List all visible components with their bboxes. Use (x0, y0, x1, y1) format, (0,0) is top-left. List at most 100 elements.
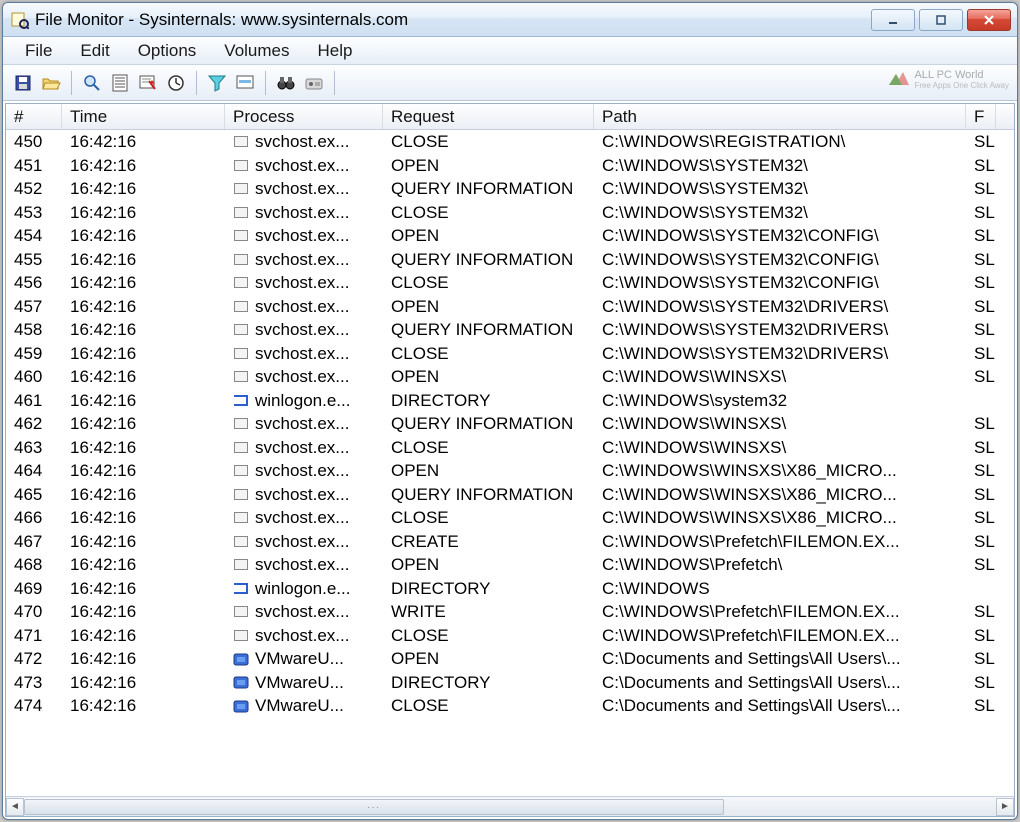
titlebar[interactable]: File Monitor - Sysinternals: www.sysinte… (3, 3, 1017, 37)
cell-result: SL (966, 271, 996, 295)
grid-header[interactable]: # Time Process Request Path F (6, 104, 1014, 130)
cell-path: C:\WINDOWS\SYSTEM32\CONFIG\ (594, 248, 966, 272)
cell-path: C:\WINDOWS\Prefetch\FILEMON.EX... (594, 530, 966, 554)
process-winlogon-icon (233, 392, 249, 408)
table-row[interactable]: 465 16:42:16 svchost.ex... QUERY INFORMA… (6, 483, 1014, 507)
table-row[interactable]: 450 16:42:16 svchost.ex... CLOSE C:\WIND… (6, 130, 1014, 154)
table-row[interactable]: 459 16:42:16 svchost.ex... CLOSE C:\WIND… (6, 342, 1014, 366)
process-generic-icon (233, 345, 249, 361)
table-row[interactable]: 467 16:42:16 svchost.ex... CREATE C:\WIN… (6, 530, 1014, 554)
table-row[interactable]: 466 16:42:16 svchost.ex... CLOSE C:\WIND… (6, 506, 1014, 530)
autoscroll-icon[interactable] (106, 69, 134, 97)
col-result[interactable]: F (966, 104, 996, 129)
process-generic-icon (233, 322, 249, 338)
process-generic-icon (233, 228, 249, 244)
save-icon[interactable] (9, 69, 37, 97)
table-row[interactable]: 470 16:42:16 svchost.ex... WRITE C:\WIND… (6, 600, 1014, 624)
jump-icon[interactable] (300, 69, 328, 97)
cell-time: 16:42:16 (62, 177, 225, 201)
cell-path: C:\WINDOWS\Prefetch\FILEMON.EX... (594, 624, 966, 648)
process-generic-icon (233, 298, 249, 314)
time-icon[interactable] (162, 69, 190, 97)
cell-request: OPEN (383, 553, 594, 577)
table-row[interactable]: 461 16:42:16 winlogon.e... DIRECTORY C:\… (6, 389, 1014, 413)
minimize-button[interactable] (871, 9, 915, 31)
cell-request: DIRECTORY (383, 671, 594, 695)
watermark-sub: Free Apps One Click Away (914, 81, 1009, 90)
scroll-right-icon[interactable]: ► (996, 798, 1014, 816)
menu-options[interactable]: Options (124, 38, 211, 64)
maximize-button[interactable] (919, 9, 963, 31)
cell-path: C:\WINDOWS\SYSTEM32\ (594, 201, 966, 225)
menu-volumes[interactable]: Volumes (210, 38, 303, 64)
cell-time: 16:42:16 (62, 577, 225, 601)
window-controls (871, 9, 1011, 31)
process-vmware-icon (233, 651, 249, 667)
open-icon[interactable] (37, 69, 65, 97)
cell-time: 16:42:16 (62, 412, 225, 436)
table-row[interactable]: 460 16:42:16 svchost.ex... OPEN C:\WINDO… (6, 365, 1014, 389)
cell-request: CLOSE (383, 436, 594, 460)
cell-number: 471 (6, 624, 62, 648)
cell-process: svchost.ex... (225, 600, 383, 624)
cell-path: C:\WINDOWS\SYSTEM32\CONFIG\ (594, 271, 966, 295)
table-row[interactable]: 453 16:42:16 svchost.ex... CLOSE C:\WIND… (6, 201, 1014, 225)
cell-number: 450 (6, 130, 62, 154)
process-generic-icon (233, 439, 249, 455)
filter-icon[interactable] (203, 69, 231, 97)
cell-result: SL (966, 318, 996, 342)
table-row[interactable]: 468 16:42:16 svchost.ex... OPEN C:\WINDO… (6, 553, 1014, 577)
col-path[interactable]: Path (594, 104, 966, 129)
cell-request: CLOSE (383, 624, 594, 648)
horizontal-scrollbar[interactable]: ◄ ∙∙∙ ► (6, 796, 1014, 816)
col-time[interactable]: Time (62, 104, 225, 129)
cell-request: DIRECTORY (383, 577, 594, 601)
table-row[interactable]: 469 16:42:16 winlogon.e... DIRECTORY C:\… (6, 577, 1014, 601)
table-row[interactable]: 472 16:42:16 VMwareU... OPEN C:\Document… (6, 647, 1014, 671)
cell-result (966, 577, 996, 601)
table-row[interactable]: 474 16:42:16 VMwareU... CLOSE C:\Documen… (6, 694, 1014, 718)
table-row[interactable]: 451 16:42:16 svchost.ex... OPEN C:\WINDO… (6, 154, 1014, 178)
cell-path: C:\WINDOWS\SYSTEM32\CONFIG\ (594, 224, 966, 248)
col-request[interactable]: Request (383, 104, 594, 129)
cell-number: 455 (6, 248, 62, 272)
cell-result: SL (966, 130, 996, 154)
table-row[interactable]: 473 16:42:16 VMwareU... DIRECTORY C:\Doc… (6, 671, 1014, 695)
cell-path: C:\WINDOWS\SYSTEM32\DRIVERS\ (594, 342, 966, 366)
scroll-thumb[interactable]: ∙∙∙ (24, 799, 724, 815)
col-process[interactable]: Process (225, 104, 383, 129)
cell-result: SL (966, 647, 996, 671)
scroll-left-icon[interactable]: ◄ (6, 798, 24, 816)
menu-edit[interactable]: Edit (66, 38, 123, 64)
cell-request: CLOSE (383, 271, 594, 295)
clear-icon[interactable] (134, 69, 162, 97)
cell-number: 467 (6, 530, 62, 554)
table-row[interactable]: 462 16:42:16 svchost.ex... QUERY INFORMA… (6, 412, 1014, 436)
table-row[interactable]: 463 16:42:16 svchost.ex... CLOSE C:\WIND… (6, 436, 1014, 460)
find-icon[interactable] (78, 69, 106, 97)
table-row[interactable]: 454 16:42:16 svchost.ex... OPEN C:\WINDO… (6, 224, 1014, 248)
process-generic-icon (233, 181, 249, 197)
close-button[interactable] (967, 9, 1011, 31)
scroll-track[interactable]: ∙∙∙ (24, 798, 996, 816)
table-row[interactable]: 464 16:42:16 svchost.ex... OPEN C:\WINDO… (6, 459, 1014, 483)
menu-help[interactable]: Help (304, 38, 367, 64)
grid-body[interactable]: 450 16:42:16 svchost.ex... CLOSE C:\WIND… (6, 130, 1014, 796)
cell-process: svchost.ex... (225, 412, 383, 436)
find-binoculars-icon[interactable] (272, 69, 300, 97)
col-number[interactable]: # (6, 104, 62, 129)
highlight-icon[interactable] (231, 69, 259, 97)
cell-path: C:\Documents and Settings\All Users\... (594, 671, 966, 695)
menu-file[interactable]: File (11, 38, 66, 64)
table-row[interactable]: 456 16:42:16 svchost.ex... CLOSE C:\WIND… (6, 271, 1014, 295)
table-row[interactable]: 471 16:42:16 svchost.ex... CLOSE C:\WIND… (6, 624, 1014, 648)
table-row[interactable]: 457 16:42:16 svchost.ex... OPEN C:\WINDO… (6, 295, 1014, 319)
cell-request: OPEN (383, 224, 594, 248)
table-row[interactable]: 455 16:42:16 svchost.ex... QUERY INFORMA… (6, 248, 1014, 272)
cell-result: SL (966, 295, 996, 319)
table-row[interactable]: 452 16:42:16 svchost.ex... QUERY INFORMA… (6, 177, 1014, 201)
cell-path: C:\WINDOWS\SYSTEM32\ (594, 154, 966, 178)
menubar: File Edit Options Volumes Help (3, 37, 1017, 65)
cell-time: 16:42:16 (62, 694, 225, 718)
table-row[interactable]: 458 16:42:16 svchost.ex... QUERY INFORMA… (6, 318, 1014, 342)
